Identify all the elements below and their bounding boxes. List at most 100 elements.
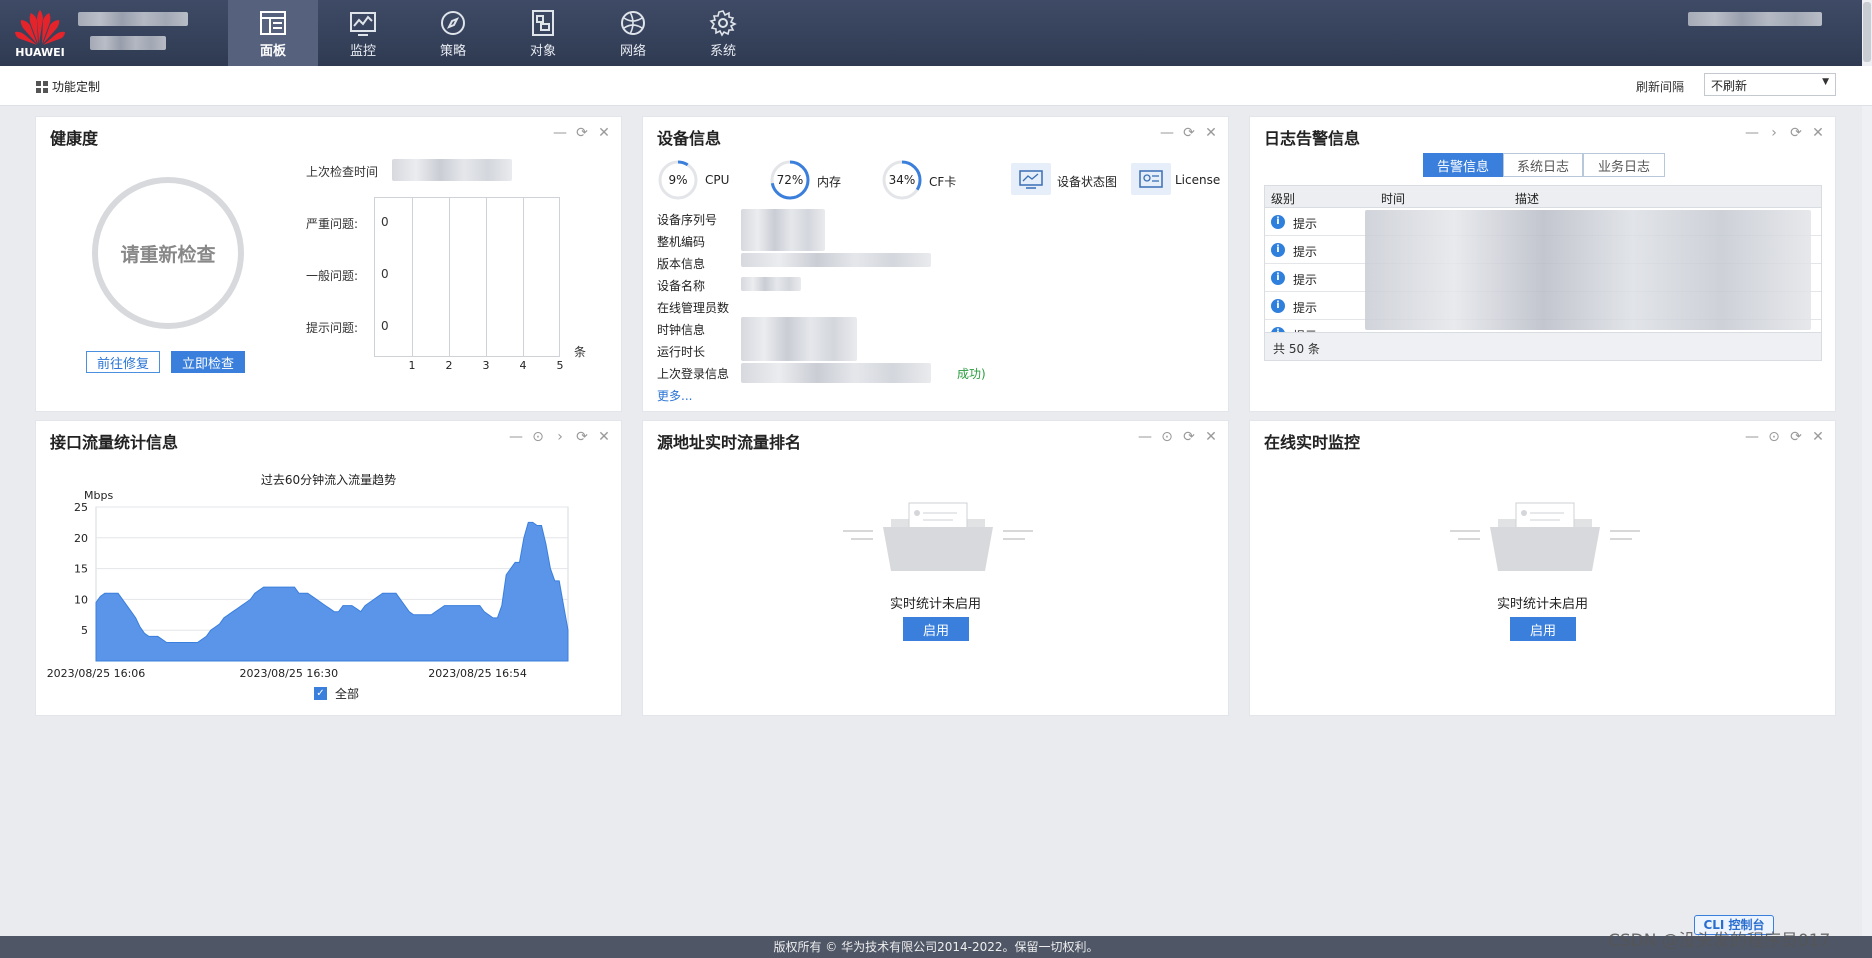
panel-title: 日志告警信息 — [1264, 129, 1361, 148]
compass-icon — [441, 10, 465, 35]
minimize-icon[interactable]: — — [1138, 429, 1152, 445]
user-info-blur[interactable] — [1688, 12, 1822, 26]
device-info-panel: 设备信息 — ⟳ ✕ 9% CPU 72% 内存 34% CF卡 设备状态图 L… — [642, 116, 1229, 412]
last-login-label: 上次登录信息 — [657, 367, 730, 381]
chevron-right-icon[interactable]: › — [1767, 125, 1781, 141]
settings-icon[interactable]: ⊙ — [1767, 429, 1781, 445]
device-model-blur — [90, 36, 166, 50]
object-icon — [532, 9, 554, 36]
nav-label: 监控 — [349, 43, 376, 59]
x-tick-label: 2023/08/25 16:06 — [47, 667, 146, 680]
nav-object[interactable]: 对象 — [498, 0, 588, 66]
refresh-icon[interactable]: ⟳ — [575, 125, 589, 141]
memory-label: 内存 — [817, 175, 842, 189]
top-navigation-bar: HUAWEI 面板 监控 策略 对象 网络 系统 — [0, 0, 1872, 66]
go-fix-button[interactable]: 前往修复 — [86, 351, 160, 373]
nav-label: 策略 — [439, 43, 466, 59]
enable-button[interactable]: 启用 — [1510, 617, 1576, 641]
panel-tools: — ⟳ ✕ — [553, 125, 611, 141]
last-login-blur — [741, 363, 931, 383]
column-header-time[interactable]: 时间 — [1381, 190, 1405, 207]
customize-button[interactable]: 功能定制 — [36, 78, 100, 95]
close-icon[interactable]: ✕ — [1811, 125, 1825, 141]
nav-dashboard[interactable]: 面板 — [228, 0, 318, 66]
y-tick-label: 5 — [81, 624, 88, 637]
check-now-button[interactable]: 立即检查 — [171, 351, 245, 373]
device-status-button-icon[interactable] — [1011, 163, 1051, 195]
copyright-text: 版权所有 © 华为技术有限公司2014-2022。保留一切权利。 — [773, 940, 1099, 954]
tab-alarm-info[interactable]: 告警信息 — [1423, 153, 1503, 177]
table-header: 级别 时间 描述 — [1265, 186, 1821, 208]
device-status-label[interactable]: 设备状态图 — [1057, 173, 1117, 190]
checkbox-checked-icon[interactable]: ✓ — [314, 687, 327, 700]
online-monitor-panel: 在线实时监控 — ⊙ ⟳ ✕ 实时统计未启用 启用 — [1249, 420, 1836, 716]
cf-card-value: 34% — [888, 173, 916, 187]
legend-all[interactable]: ✓ 全部 — [314, 685, 359, 702]
log-table: 级别 时间 描述 i提示 i提示 i提示 i提示 i提示 共 50 条 — [1264, 185, 1822, 361]
scrollbar-thumb[interactable] — [1863, 2, 1871, 62]
nav-network[interactable]: 网络 — [588, 0, 678, 66]
device-name-label: 设备名称 — [657, 279, 706, 293]
refresh-icon[interactable]: ⟳ — [1789, 125, 1803, 141]
minimize-icon[interactable]: — — [553, 125, 567, 141]
info-icon: i — [1271, 243, 1285, 257]
empty-text: 实时统计未启用 — [1496, 597, 1588, 612]
nav-label: 面板 — [259, 43, 286, 59]
license-label[interactable]: License — [1175, 173, 1220, 187]
column-header-description[interactable]: 描述 — [1515, 190, 1539, 207]
nav-label: 网络 — [619, 43, 646, 59]
info-icon: i — [1271, 271, 1285, 285]
cf-card-label: CF卡 — [929, 175, 957, 189]
x-tick-label: 2023/08/25 16:54 — [428, 667, 527, 680]
license-icon — [1139, 170, 1163, 188]
tab-business-log[interactable]: 业务日志 — [1583, 153, 1665, 177]
license-button-icon[interactable] — [1131, 163, 1171, 195]
panel-tools: — ⊙ ⟳ ✕ — [1745, 429, 1825, 445]
uptime-label: 运行时长 — [657, 345, 706, 359]
close-icon[interactable]: ✕ — [1204, 125, 1218, 141]
last-check-time-blur — [392, 159, 512, 181]
gear-icon — [709, 9, 737, 37]
y-tick-label: 25 — [74, 501, 88, 514]
health-bar-chart — [374, 197, 560, 357]
refresh-icon[interactable]: ⟳ — [1182, 125, 1196, 141]
panel-tools: — › ⟳ ✕ — [1745, 125, 1825, 141]
column-header-level[interactable]: 级别 — [1271, 190, 1295, 207]
refresh-interval-select[interactable]: 不刷新 ▼ — [1704, 73, 1836, 96]
nav-monitor[interactable]: 监控 — [318, 0, 408, 66]
minimize-icon[interactable]: — — [1160, 125, 1174, 141]
settings-icon[interactable]: ⊙ — [1160, 429, 1174, 445]
hint-issue-label: 提示问题: — [306, 321, 359, 335]
level-cell: 提示 — [1293, 245, 1318, 259]
health-panel: 健康度 — ⟳ ✕ 请重新检查 前往修复 立即检查 上次检查时间 严重问题: 0… — [35, 116, 622, 412]
x-tick-label: 4 — [519, 359, 527, 372]
refresh-icon[interactable]: ⟳ — [1182, 429, 1196, 445]
minimize-icon[interactable]: — — [1745, 429, 1759, 445]
nav-system[interactable]: 系统 — [678, 0, 768, 66]
close-icon[interactable]: ✕ — [1204, 429, 1218, 445]
version-label: 版本信息 — [657, 257, 706, 271]
last-check-label: 上次检查时间 — [306, 165, 379, 179]
close-icon[interactable]: ✕ — [1811, 429, 1825, 445]
memory-value: 72% — [776, 173, 804, 187]
page-footer: 版权所有 © 华为技术有限公司2014-2022。保留一切权利。 — [0, 936, 1872, 958]
panel-title: 在线实时监控 — [1264, 433, 1361, 452]
grid-line — [523, 198, 524, 356]
serial-number-blur — [741, 209, 825, 251]
x-tick-label: 1 — [408, 359, 416, 372]
nav-policy[interactable]: 策略 — [408, 0, 498, 66]
grid-icon — [36, 80, 48, 93]
log-content-blur — [1365, 210, 1811, 330]
online-admins-label: 在线管理员数 — [657, 301, 730, 315]
device-name-blur — [78, 12, 188, 26]
interface-traffic-panel: 接口流量统计信息 — ⊙ › ⟳ ✕ 过去60分钟流入流量趋势 5 10 15 20 2… — [35, 420, 622, 716]
minimize-icon[interactable]: — — [1745, 125, 1759, 141]
tab-system-log[interactable]: 系统日志 — [1503, 153, 1583, 177]
page-scrollbar[interactable] — [1862, 0, 1872, 936]
y-axis-label: Mbps — [84, 489, 113, 502]
refresh-icon[interactable]: ⟳ — [1789, 429, 1803, 445]
close-icon[interactable]: ✕ — [597, 125, 611, 141]
empty-state: 实时统计未启用 — [643, 593, 1228, 612]
more-link[interactable]: 更多... — [657, 387, 692, 404]
enable-button[interactable]: 启用 — [903, 617, 969, 641]
